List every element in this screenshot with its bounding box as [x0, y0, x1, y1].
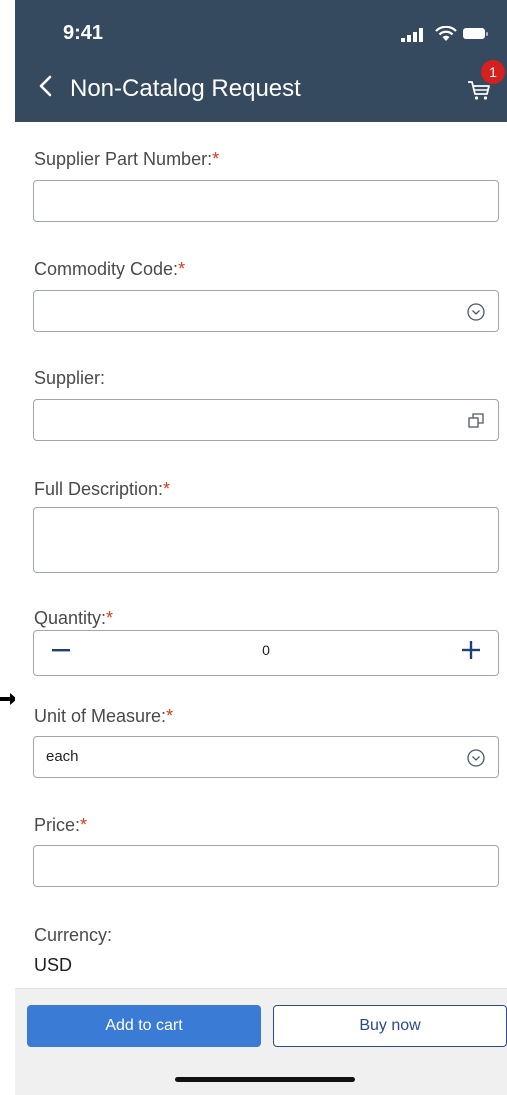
action-footer: Add to cart Buy now: [15, 988, 507, 1095]
battery-icon: [463, 28, 488, 39]
home-indicator[interactable]: [175, 1077, 355, 1082]
commodity-code-label: Commodity Code:*: [34, 259, 186, 279]
add-to-cart-button[interactable]: Add to cart: [27, 1005, 261, 1047]
quantity-label: Quantity:*: [34, 608, 114, 628]
commodity-code-select[interactable]: [33, 290, 499, 332]
required-marker: *: [163, 479, 171, 499]
supplier-label: Supplier:: [34, 368, 106, 388]
page-title: Non-Catalog Request: [70, 75, 301, 102]
currency-label: Currency:: [34, 925, 113, 945]
phone-screen: 9:41 Non-Catalog Request 1 Supplier Part…: [15, 0, 507, 1095]
required-marker: *: [212, 149, 220, 169]
full-description-textarea[interactable]: [33, 507, 499, 573]
value-help-icon[interactable]: [466, 411, 486, 431]
supplier-part-number-input[interactable]: [33, 180, 499, 222]
dropdown-icon[interactable]: [466, 748, 486, 768]
required-marker: *: [106, 608, 114, 628]
price-input[interactable]: [33, 845, 499, 887]
required-marker: *: [178, 259, 186, 279]
cart-badge: 1: [481, 60, 505, 84]
plus-icon[interactable]: [462, 641, 480, 659]
back-chevron-icon[interactable]: [37, 74, 55, 98]
dropdown-icon[interactable]: [466, 302, 486, 322]
status-time: 9:41: [63, 22, 104, 44]
price-label: Price:*: [34, 815, 88, 835]
full-description-label: Full Description:*: [34, 479, 171, 499]
quantity-value[interactable]: 0: [34, 642, 498, 658]
app-header: 9:41 Non-Catalog Request 1: [15, 0, 507, 122]
required-marker: *: [80, 815, 88, 835]
supplier-input[interactable]: [33, 399, 499, 441]
unit-of-measure-select[interactable]: each: [33, 736, 499, 778]
wifi-icon: [435, 26, 457, 41]
required-marker: *: [166, 706, 174, 726]
buy-now-button[interactable]: Buy now: [273, 1005, 507, 1047]
quantity-stepper[interactable]: 0: [33, 630, 499, 676]
status-icons: [395, 26, 495, 44]
currency-value: USD: [34, 955, 73, 975]
unit-of-measure-label: Unit of Measure:*: [34, 706, 174, 726]
signal-icon: [401, 28, 423, 42]
supplier-part-number-label: Supplier Part Number:*: [34, 149, 220, 169]
